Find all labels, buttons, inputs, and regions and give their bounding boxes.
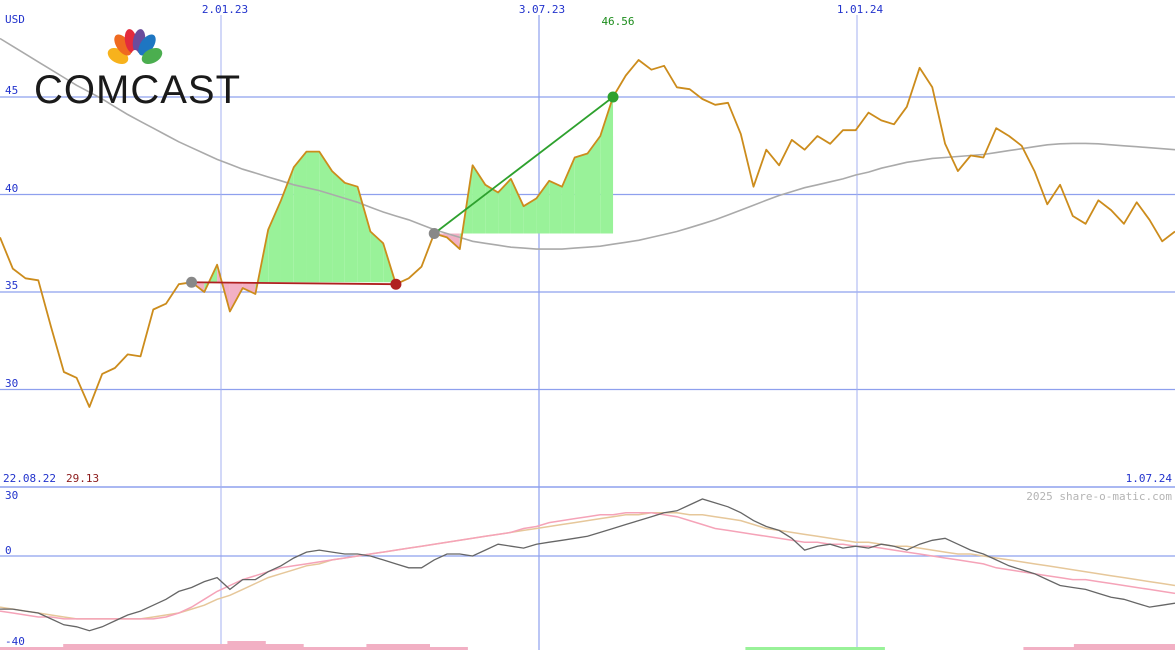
oscillator-histogram-bar <box>1162 644 1175 650</box>
oscillator-histogram-bar <box>278 644 292 650</box>
credit-label: 2025 share-o-matic.com <box>1026 490 1172 503</box>
oscillator-histogram-bar <box>391 644 405 650</box>
oscillator-histogram-bar <box>252 641 266 650</box>
oscillator-histogram-bar <box>1137 644 1151 650</box>
trade-fill-segment <box>498 178 511 234</box>
oscillator-histogram-bar <box>139 644 153 650</box>
osc-tick-label-minus40: -40 <box>5 635 25 648</box>
osc-tick-label-0: 0 <box>5 544 12 557</box>
trade-fill-segment <box>293 151 307 283</box>
oscillator-histogram-bar <box>1124 644 1138 650</box>
trade-fill-segment <box>344 182 358 283</box>
comcast-logo: COMCAST <box>34 29 241 112</box>
min-value-label: 29.13 <box>66 472 99 485</box>
y-tick-label-40: 40 <box>5 182 18 195</box>
trade-exit-marker <box>390 278 402 290</box>
oscillator-histogram-bar <box>75 644 89 650</box>
osc-tick-label-30: 30 <box>5 489 18 502</box>
trade-fill-segment <box>549 180 562 234</box>
logo-wordmark: COMCAST <box>34 68 241 112</box>
y-tick-label-35: 35 <box>5 279 18 292</box>
oscillator-histogram-bar <box>240 641 254 650</box>
oscillator-histogram-bar <box>126 644 140 650</box>
oscillator-histogram-bar <box>416 644 430 650</box>
oscillator-fast-line <box>0 511 1175 620</box>
trade-entry-marker <box>186 276 198 288</box>
oscillator-histogram-bar <box>366 644 380 650</box>
oscillator-line <box>0 498 1175 632</box>
trade-fills <box>191 97 614 312</box>
x-tick-label-3: 1.01.24 <box>837 3 884 16</box>
trade-fill-segment <box>370 231 384 283</box>
oscillator-histogram-bar <box>379 644 393 650</box>
stock-chart: COMCAST USD 2.01.23 3.07.23 1.01.24 45 4… <box>0 3 1175 650</box>
oscillator-histogram-bar <box>151 644 165 650</box>
trade-exit-marker <box>607 91 619 103</box>
oscillator-histogram-bar <box>176 644 190 650</box>
oscillator-histogram-bar <box>63 644 77 650</box>
oscillator-histogram-bar <box>1111 644 1125 650</box>
oscillator-histogram-bar <box>113 644 127 650</box>
oscillator-histogram-bar <box>214 644 228 650</box>
x-tick-label-2: 3.07.23 <box>519 3 565 16</box>
oscillator-histogram-bar <box>1149 644 1163 650</box>
trade-fill-segment <box>306 151 320 283</box>
oscillator-histogram-bar <box>404 644 418 650</box>
oscillator-layer <box>0 498 1175 650</box>
oscillator-histogram-bar <box>164 644 178 650</box>
oscillator-slow-line <box>0 511 1175 620</box>
oscillator-histogram-bar <box>227 641 241 650</box>
oscillator-histogram-bar <box>101 644 115 650</box>
trade-fill-segment <box>357 186 371 283</box>
trade-fill-segment <box>574 153 588 234</box>
trade-fill-segment <box>332 171 345 283</box>
oscillator-histogram-bar <box>202 644 216 650</box>
trade-fill-segment <box>319 151 333 283</box>
oscillator-histogram-bar <box>1099 644 1113 650</box>
currency-label: USD <box>5 13 25 26</box>
y-tick-label-45: 45 <box>5 84 18 97</box>
start-date-label: 22.08.22 <box>3 472 56 485</box>
oscillator-histogram-bar <box>265 644 279 650</box>
trade-fill-segment <box>268 200 281 283</box>
max-value-label: 46.56 <box>601 15 634 28</box>
oscillator-histogram-bar <box>88 644 102 650</box>
peacock-icon <box>107 29 163 65</box>
x-tick-label-1: 2.01.23 <box>202 3 248 16</box>
trade-fill-segment <box>523 198 537 234</box>
oscillator-histogram-bar <box>290 644 304 650</box>
oscillator-histogram-bar <box>189 644 203 650</box>
y-tick-label-30: 30 <box>5 377 18 390</box>
trade-fill-segment <box>510 178 524 234</box>
trade-entry-marker <box>428 228 440 239</box>
oscillator-histogram-bar <box>1073 644 1087 650</box>
end-date-label: 1.07.24 <box>1126 472 1173 485</box>
trade-fill-segment <box>561 157 575 234</box>
oscillator-histogram-bar <box>1086 644 1100 650</box>
